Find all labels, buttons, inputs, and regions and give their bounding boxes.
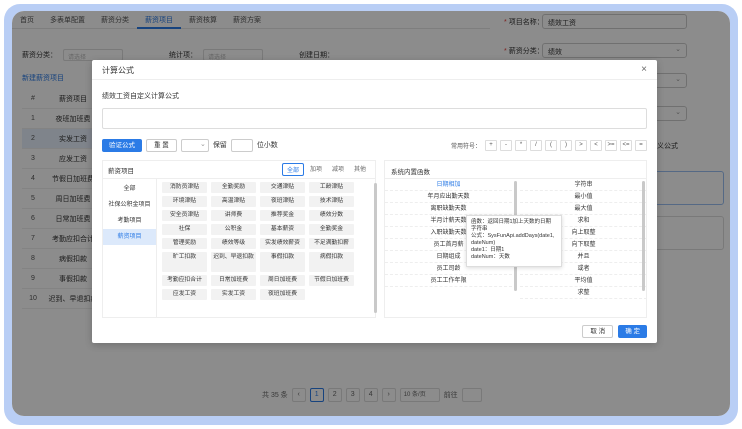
rounding-select[interactable] [180,138,209,152]
symbol-button[interactable]: < [590,139,602,151]
symbol-button[interactable]: / [530,139,542,151]
salary-item-chip[interactable]: 高温津贴 [211,196,256,207]
salary-category-list: 全部 社保公积金项目 考勤项目 薪资项目 [103,179,157,318]
salary-item-chip[interactable]: 管理奖励 [162,238,207,249]
salary-item-chip[interactable]: 事假扣款 [260,252,305,272]
window-frame: 首页 多表单配置 薪资分类 薪资项目 薪资核算 薪资方案 薪资分类： 请选择 统计项： 请… [4,4,738,425]
close-icon[interactable]: × [641,64,647,75]
salary-items-header: 薪资项目 全部 加项 减项 其他 [103,161,375,179]
function-item[interactable]: 最大值 [520,203,647,215]
salary-item-chip[interactable]: 迟到、早退扣款 [211,252,256,272]
tooltip-line: 函数：返回日期1加上天数的日期 [471,219,552,225]
formula-input[interactable] [102,108,647,129]
decimal-places-input[interactable] [230,138,253,152]
function-item[interactable]: 平均值 [520,275,647,287]
dialog-header: 计算公式 × [92,60,657,80]
function-item[interactable]: 员工工作年限 [385,275,512,287]
salary-item-chip[interactable]: 实发绩效薪资 [260,238,305,249]
filter-tab[interactable]: 其他 [350,163,370,176]
salary-item-chip[interactable]: 病假扣款 [309,252,354,272]
formula-toolbar: 验证公式 重 置 保留 位小数 常用符号： +-*/()><>=<== [102,138,647,152]
salary-item-chip[interactable]: 工龄津贴 [309,182,354,193]
salary-item-chip[interactable]: 安全员津贴 [162,210,207,221]
salary-item-chip[interactable]: 全勤奖金 [309,224,354,235]
salary-item-chip[interactable]: 消防员津贴 [162,182,207,193]
dialog-footer: 取 消 确 定 [582,325,647,338]
symbol-button[interactable]: <= [620,139,632,151]
reset-button[interactable]: 重 置 [146,138,177,152]
scrollbar[interactable] [642,181,645,291]
symbol-button[interactable]: - [500,139,512,151]
dialog-title: 计算公式 [102,66,134,75]
salary-item-chip[interactable]: 夜班加班费 [260,289,305,300]
symbol-button[interactable]: * [515,139,527,151]
function-item[interactable]: 字符串 [520,179,647,191]
function-item[interactable]: 离职缺勤天数 [385,203,512,215]
salary-item-chip[interactable]: 公积金 [211,224,256,235]
tooltip-line: 字符串 [471,226,488,232]
category-item[interactable]: 社保公积金项目 [103,197,156,213]
salary-item-chip[interactable]: 推荐奖金 [260,210,305,221]
keep-label: 保留 [212,142,227,149]
function-item[interactable]: 最小值 [520,191,647,203]
function-item[interactable]: 求整 [520,287,647,299]
salary-items-panel: 薪资项目 全部 加项 减项 其他 全部 社保公积金项目 考勤项目 薪资项目 消防员津贴 全勤奖… [102,160,377,318]
salary-item-chip[interactable]: 基本薪资 [260,224,305,235]
verify-formula-button[interactable]: 验证公式 [102,138,142,152]
salary-items-title: 薪资项目 [108,167,134,175]
salary-item-chip[interactable]: 社保 [162,224,207,235]
filter-tab[interactable]: 减项 [328,163,348,176]
tooltip-line: dateNum：天数 [471,254,510,260]
scrollbar[interactable] [374,183,377,313]
decimals-label: 位小数 [256,142,278,149]
symbol-button[interactable]: ) [560,139,572,151]
salary-item-chip[interactable]: 日常加班费 [211,275,256,286]
salary-item-chip[interactable]: 技术津贴 [309,196,354,207]
category-item[interactable]: 全部 [103,181,156,197]
function-item[interactable]: 年月应出勤天数 [385,191,512,203]
salary-item-chip[interactable]: 讲师费 [211,210,256,221]
tooltip-line: dateNum) [471,240,496,246]
salary-item-chip[interactable]: 全勤奖励 [211,182,256,193]
filter-tab[interactable]: 全部 [281,163,304,176]
salary-item-chip[interactable]: 交通津贴 [260,182,305,193]
salary-item-chip[interactable]: 考勤应扣合计 [162,275,207,286]
cancel-button[interactable]: 取 消 [582,325,614,338]
salary-item-chip[interactable]: 节假日加班费 [309,275,354,286]
formula-subtitle: 绩效工资自定义计算公式 [102,93,179,100]
symbol-button[interactable]: = [635,139,647,151]
salary-item-chip[interactable]: 应发工资 [162,289,207,300]
salary-item-chip[interactable]: 旷工扣款 [162,252,207,272]
app-window: 首页 多表单配置 薪资分类 薪资项目 薪资核算 薪资方案 薪资分类： 请选择 统计项： 请… [12,11,730,416]
filter-tab[interactable]: 加项 [306,163,326,176]
salary-item-chip[interactable]: 绩效分数 [309,210,354,221]
salary-item-chip[interactable]: 实发工资 [211,289,256,300]
function-tooltip: 函数：返回日期1加上天数的日期 字符串 公式：SysFunApi.addDays(d… [466,215,562,267]
salary-item-chip[interactable]: 不足满勤扣薪 [309,238,354,249]
category-item[interactable]: 考勤项目 [103,213,156,229]
symbols-label: 常用符号： [450,143,481,150]
salary-item-chip[interactable]: 绩效等级 [211,238,256,249]
symbol-button[interactable]: >= [605,139,617,151]
symbol-button[interactable]: ( [545,139,557,151]
symbol-button[interactable]: + [485,139,497,151]
confirm-button[interactable]: 确 定 [618,325,647,338]
tooltip-line: date1：日期1 [471,247,505,253]
salary-item-grid: 消防员津贴 全勤奖励 交通津贴 工龄津贴环境津贴 高温津贴 夜班津贴 技术津贴安全员津贴 讲师… [160,179,374,318]
tooltip-line: 公式：SysFunApi.addDays(date1, [471,233,555,239]
salary-item-chip[interactable]: 周日加班费 [260,275,305,286]
functions-title: 系统内置函数 [385,161,646,179]
formula-dialog: 计算公式 × 绩效工资自定义计算公式 验证公式 重 置 保留 位小数 常用符号：… [92,60,657,343]
symbol-button[interactable]: > [575,139,587,151]
salary-item-chip[interactable]: 环境津贴 [162,196,207,207]
category-item[interactable]: 薪资项目 [103,229,156,245]
salary-item-chip[interactable]: 夜班津贴 [260,196,305,207]
function-item[interactable]: 日期相加 [385,179,512,191]
